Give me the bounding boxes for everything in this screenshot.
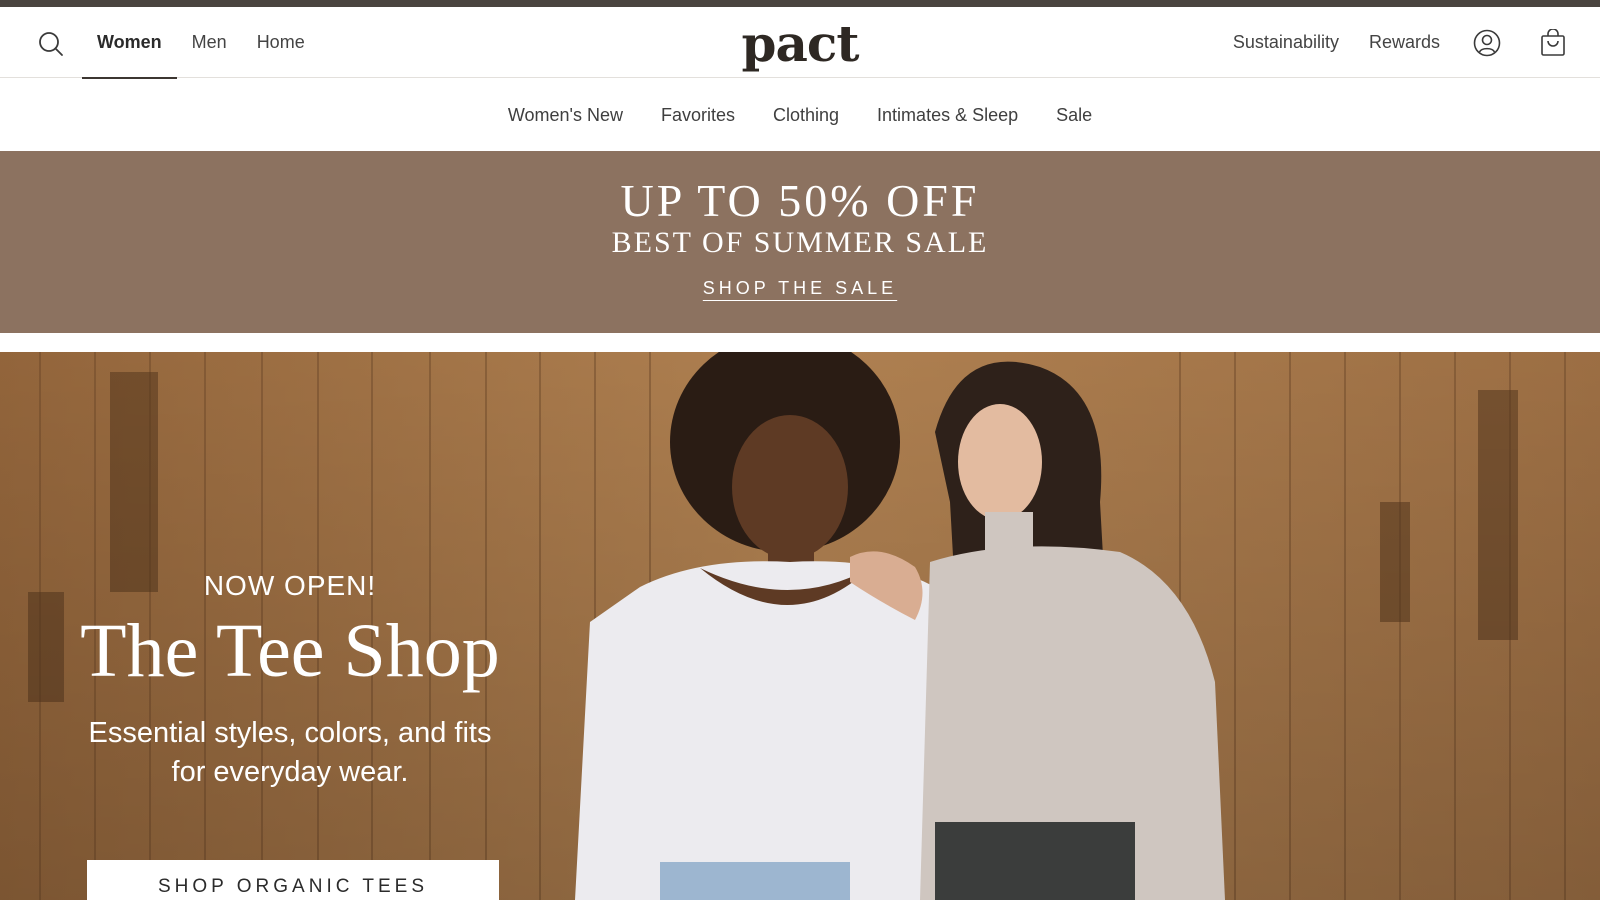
sale-banner[interactable]: UP TO 50% OFF BEST OF SUMMER SALE SHOP T… [0, 151, 1600, 333]
hero-eyebrow: NOW OPEN! [203, 570, 377, 601]
sustainability-link[interactable]: Sustainability [1233, 32, 1339, 53]
rewards-link[interactable]: Rewards [1369, 32, 1440, 53]
hero-subtitle-line-2: for everyday wear. [171, 755, 409, 788]
site-header: Women Men Home pact Sustainability Rewar… [0, 7, 1600, 79]
shop-the-sale-link[interactable]: SHOP THE SALE [703, 278, 897, 299]
utility-nav: Sustainability Rewards [1233, 7, 1600, 78]
hero-banner[interactable]: NOW OPEN! The Tee Shop Essential styles,… [0, 352, 1600, 900]
nav-item-label: Women [97, 32, 162, 52]
sale-headline: UP TO 50% OFF [620, 175, 980, 226]
search-button[interactable] [34, 27, 68, 61]
hero-subtitle: Essential styles, colors, and fits for e… [40, 714, 540, 792]
primary-nav: Women Men Home [82, 7, 320, 79]
sale-subheadline: BEST OF SUMMER SALE [611, 226, 989, 259]
account-button[interactable] [1470, 26, 1504, 60]
shopping-bag-icon [1541, 28, 1565, 56]
top-strip [0, 0, 1600, 7]
nav-item-label: Home [256, 32, 305, 52]
hero-title: The Tee Shop [80, 609, 500, 693]
subnav-item-sale[interactable]: Sale [1056, 105, 1092, 126]
nav-item-women[interactable]: Women [82, 7, 177, 79]
search-icon [39, 32, 63, 56]
nav-item-men[interactable]: Men [177, 7, 242, 78]
category-subnav: Women's New Favorites Clothing Intimates… [0, 79, 1600, 151]
subnav-item-intimates-sleep[interactable]: Intimates & Sleep [877, 105, 1018, 126]
brand-logo[interactable]: pact [730, 13, 870, 73]
account-icon [1473, 29, 1501, 56]
subnav-item-clothing[interactable]: Clothing [773, 105, 839, 126]
subnav-item-womens-new[interactable]: Women's New [508, 105, 623, 126]
subnav-item-favorites[interactable]: Favorites [661, 105, 735, 126]
shop-organic-tees-button[interactable]: SHOP ORGANIC TEES [87, 860, 499, 900]
nav-item-label: Men [191, 32, 227, 52]
hero-subtitle-line-1: Essential styles, colors, and fits [88, 716, 492, 749]
nav-item-home[interactable]: Home [242, 7, 320, 78]
hero-copy: NOW OPEN! The Tee Shop Essential styles,… [40, 570, 540, 792]
cart-button[interactable] [1536, 26, 1570, 60]
